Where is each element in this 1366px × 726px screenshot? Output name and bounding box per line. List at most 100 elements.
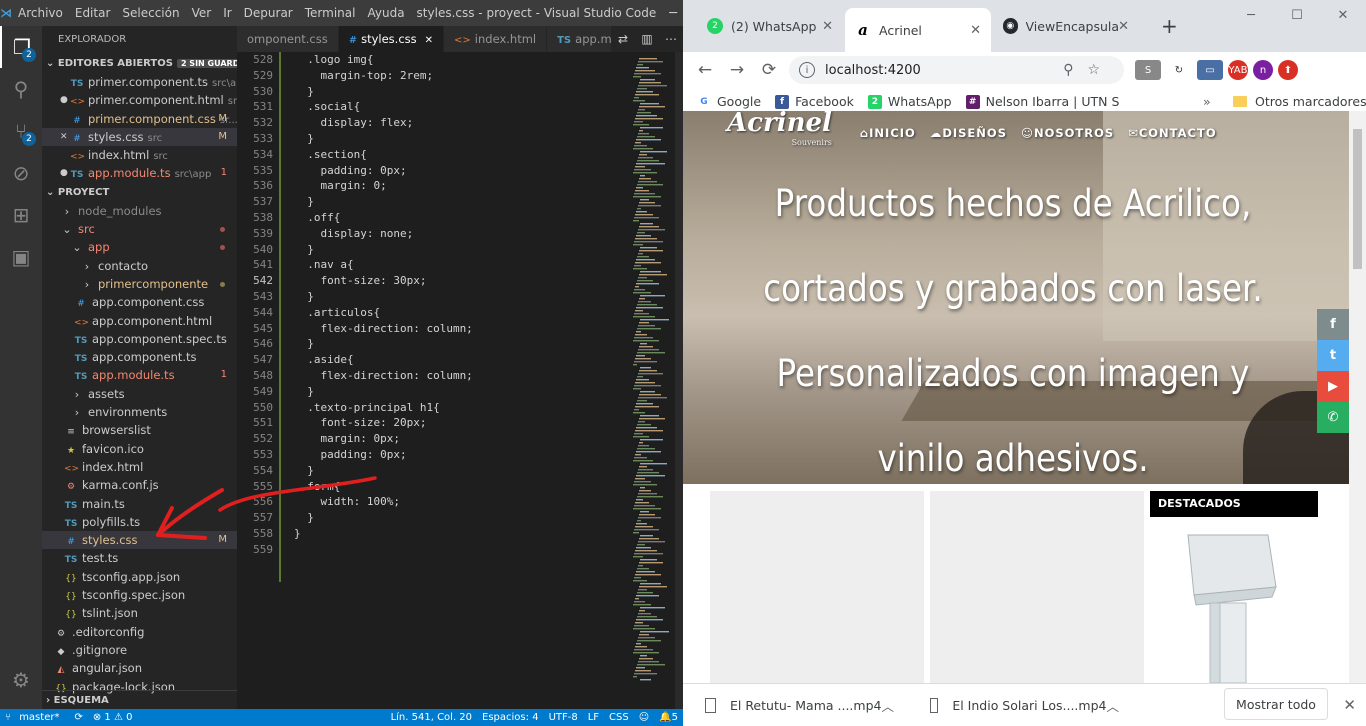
open-editor-item[interactable]: ● TS app.module.ts src\app 1 bbox=[42, 164, 237, 182]
open-editor-item[interactable]: ✕ # styles.css src M bbox=[42, 127, 237, 147]
site-logo[interactable]: Acrinel Souvenirs bbox=[727, 111, 832, 153]
extension-icon[interactable]: YAB bbox=[1228, 60, 1248, 80]
minimize-icon[interactable]: ─ bbox=[1228, 0, 1274, 30]
extension-icon[interactable]: S bbox=[1135, 60, 1161, 80]
editor-tab[interactable]: <> index.html bbox=[444, 26, 548, 52]
menu-item[interactable]: Archivo bbox=[12, 6, 69, 20]
minimize-icon[interactable]: ─ bbox=[656, 6, 683, 21]
project-header[interactable]: ⌄ PROYECT bbox=[42, 183, 237, 202]
close-icon[interactable]: ✕ bbox=[1320, 0, 1366, 30]
tree-item[interactable]: ⚙ karma.conf.js bbox=[42, 476, 237, 494]
extension-icon[interactable]: ▭ bbox=[1197, 60, 1223, 80]
extension-icon[interactable]: n bbox=[1253, 60, 1273, 80]
tree-item[interactable]: ≡ browserslist bbox=[42, 421, 237, 439]
problems-count[interactable]: ⊗ 1 ⚠ 0 bbox=[88, 712, 138, 723]
site-nav-link[interactable]: ⌂INICIO bbox=[860, 126, 916, 140]
other-bookmarks[interactable]: Otros marcadores bbox=[1233, 94, 1366, 109]
address-bar[interactable]: i localhost:4200 ⚲☆ bbox=[789, 56, 1124, 84]
zoom-bookmark-icons[interactable]: ⚲☆ bbox=[1063, 62, 1114, 78]
explorer-icon[interactable]: ❐ 2 bbox=[0, 26, 42, 68]
bookmarks-overflow-icon[interactable]: » bbox=[1203, 94, 1211, 109]
tree-item[interactable]: › node_modules bbox=[42, 202, 237, 220]
tree-item[interactable]: ◭ angular.json bbox=[42, 659, 237, 677]
cursor-position[interactable]: Lín. 541, Col. 20 bbox=[386, 712, 477, 723]
tree-item[interactable]: {} tslint.json bbox=[42, 604, 237, 622]
chevron-icon[interactable]: › bbox=[60, 203, 74, 220]
menu-item[interactable]: Depurar bbox=[238, 6, 299, 20]
chevron-up-icon[interactable]: ︿ bbox=[1106, 696, 1119, 715]
tree-item[interactable]: ◆ .gitignore bbox=[42, 641, 237, 659]
end-of-line[interactable]: LF bbox=[583, 712, 604, 723]
bookmark-item[interactable]: G Google bbox=[697, 94, 761, 109]
tree-item[interactable]: TS app.component.ts bbox=[42, 348, 237, 366]
extensions-icon[interactable]: ⊞ bbox=[0, 194, 42, 236]
menu-item[interactable]: Ver bbox=[186, 6, 218, 20]
debug-icon[interactable]: ⊘ bbox=[0, 152, 42, 194]
tree-item[interactable]: TS test.ts bbox=[42, 549, 237, 567]
youtube-icon[interactable]: ▶ bbox=[1317, 371, 1349, 402]
tree-item[interactable]: {} tsconfig.spec.json bbox=[42, 586, 237, 604]
forward-icon[interactable]: → bbox=[721, 60, 753, 80]
remote-icon[interactable]: ▣ bbox=[0, 236, 42, 278]
minimap[interactable] bbox=[629, 52, 675, 692]
tree-item[interactable]: TS polyfills.ts bbox=[42, 513, 237, 531]
facebook-icon[interactable]: f bbox=[1317, 309, 1349, 340]
open-editor-item[interactable]: <> index.html src bbox=[42, 146, 237, 164]
open-editors-header[interactable]: ⌄ EDITORES ABIERTOS2 SIN GUARDAR bbox=[42, 54, 237, 73]
product-card[interactable] bbox=[710, 491, 924, 683]
chevron-icon[interactable]: › bbox=[70, 386, 84, 403]
tree-item[interactable]: TS app.module.ts 1 bbox=[42, 366, 237, 384]
whatsapp-icon[interactable]: ✆ bbox=[1317, 402, 1349, 433]
notifications-icon[interactable]: 🔔5 bbox=[654, 712, 683, 723]
chevron-icon[interactable]: ⌄ bbox=[70, 239, 84, 256]
search-icon[interactable]: ⚲ bbox=[0, 68, 42, 110]
chevron-icon[interactable]: ⌄ bbox=[60, 221, 74, 238]
editor-scrollbar[interactable] bbox=[675, 52, 683, 709]
menu-item[interactable]: Ir bbox=[217, 6, 237, 20]
chevron-icon[interactable]: › bbox=[80, 276, 94, 293]
browser-tab[interactable]: a Acrinel ✕ bbox=[845, 8, 991, 52]
indentation[interactable]: Espacios: 4 bbox=[477, 712, 544, 723]
tree-item[interactable]: TS main.ts bbox=[42, 495, 237, 513]
page-scrollbar-thumb[interactable] bbox=[1353, 129, 1362, 269]
menu-item[interactable]: Editar bbox=[69, 6, 117, 20]
encoding[interactable]: UTF-8 bbox=[544, 712, 583, 723]
bookmark-item[interactable]: f Facebook bbox=[775, 94, 854, 109]
source-control-icon[interactable]: ⑂ 2 bbox=[0, 110, 42, 152]
site-nav-link[interactable]: ☁DISEÑOS bbox=[930, 126, 1007, 140]
menu-item[interactable]: Selección bbox=[116, 6, 185, 20]
editor-tab[interactable]: omponent.css bbox=[237, 26, 339, 52]
split-editor-icon[interactable]: ▥ bbox=[635, 32, 659, 46]
close-tab-icon[interactable]: ✕ bbox=[822, 19, 833, 34]
site-info-icon[interactable]: i bbox=[799, 62, 815, 78]
close-tab-icon[interactable]: ✕ bbox=[1118, 19, 1129, 34]
chevron-up-icon[interactable]: ︿ bbox=[881, 696, 894, 715]
tree-item[interactable]: › assets bbox=[42, 385, 237, 403]
tree-item[interactable]: ⚙ .editorconfig bbox=[42, 623, 237, 641]
open-editor-item[interactable]: # primer.component.css sr... M bbox=[42, 110, 237, 128]
editor-tab[interactable]: # styles.css ✕ bbox=[338, 26, 445, 52]
language-mode[interactable]: CSS bbox=[604, 712, 634, 723]
unsaved-or-close-icon[interactable]: ● bbox=[60, 91, 70, 109]
chevron-icon[interactable]: › bbox=[70, 404, 84, 421]
lectern-image[interactable] bbox=[1150, 517, 1318, 683]
tree-item[interactable]: <> index.html bbox=[42, 458, 237, 476]
tree-item[interactable]: › environments bbox=[42, 403, 237, 421]
tree-item[interactable]: › contacto bbox=[42, 257, 237, 275]
code-editor[interactable]: 528 .logo img{529 margin-top: 2rem; 530 }… bbox=[237, 52, 629, 709]
tree-item[interactable]: ⌄ app bbox=[42, 238, 237, 256]
git-branch[interactable]: ⑂ master* bbox=[0, 712, 69, 723]
close-downloads-icon[interactable]: ✕ bbox=[1343, 696, 1356, 714]
new-tab-button[interactable]: + bbox=[1151, 8, 1188, 44]
browser-tab[interactable]: 2 (2) WhatsApp ✕ bbox=[697, 8, 843, 44]
tree-item[interactable]: # app.component.css bbox=[42, 293, 237, 311]
bookmark-item[interactable]: # Nelson Ibarra | UTN S bbox=[965, 94, 1119, 109]
chevron-icon[interactable]: › bbox=[80, 258, 94, 275]
menu-item[interactable]: Terminal bbox=[299, 6, 362, 20]
sync-icon[interactable]: ⟳ bbox=[69, 712, 87, 723]
compare-icon[interactable]: ⇄ bbox=[611, 32, 635, 46]
download-item[interactable]: El Indio Solari Los....mp4 ︿ bbox=[908, 696, 1133, 715]
site-nav-link[interactable]: ✉CONTACTO bbox=[1128, 126, 1216, 140]
menu-item[interactable]: Ayuda bbox=[361, 6, 410, 20]
tab-close-icon[interactable]: ✕ bbox=[425, 35, 433, 46]
